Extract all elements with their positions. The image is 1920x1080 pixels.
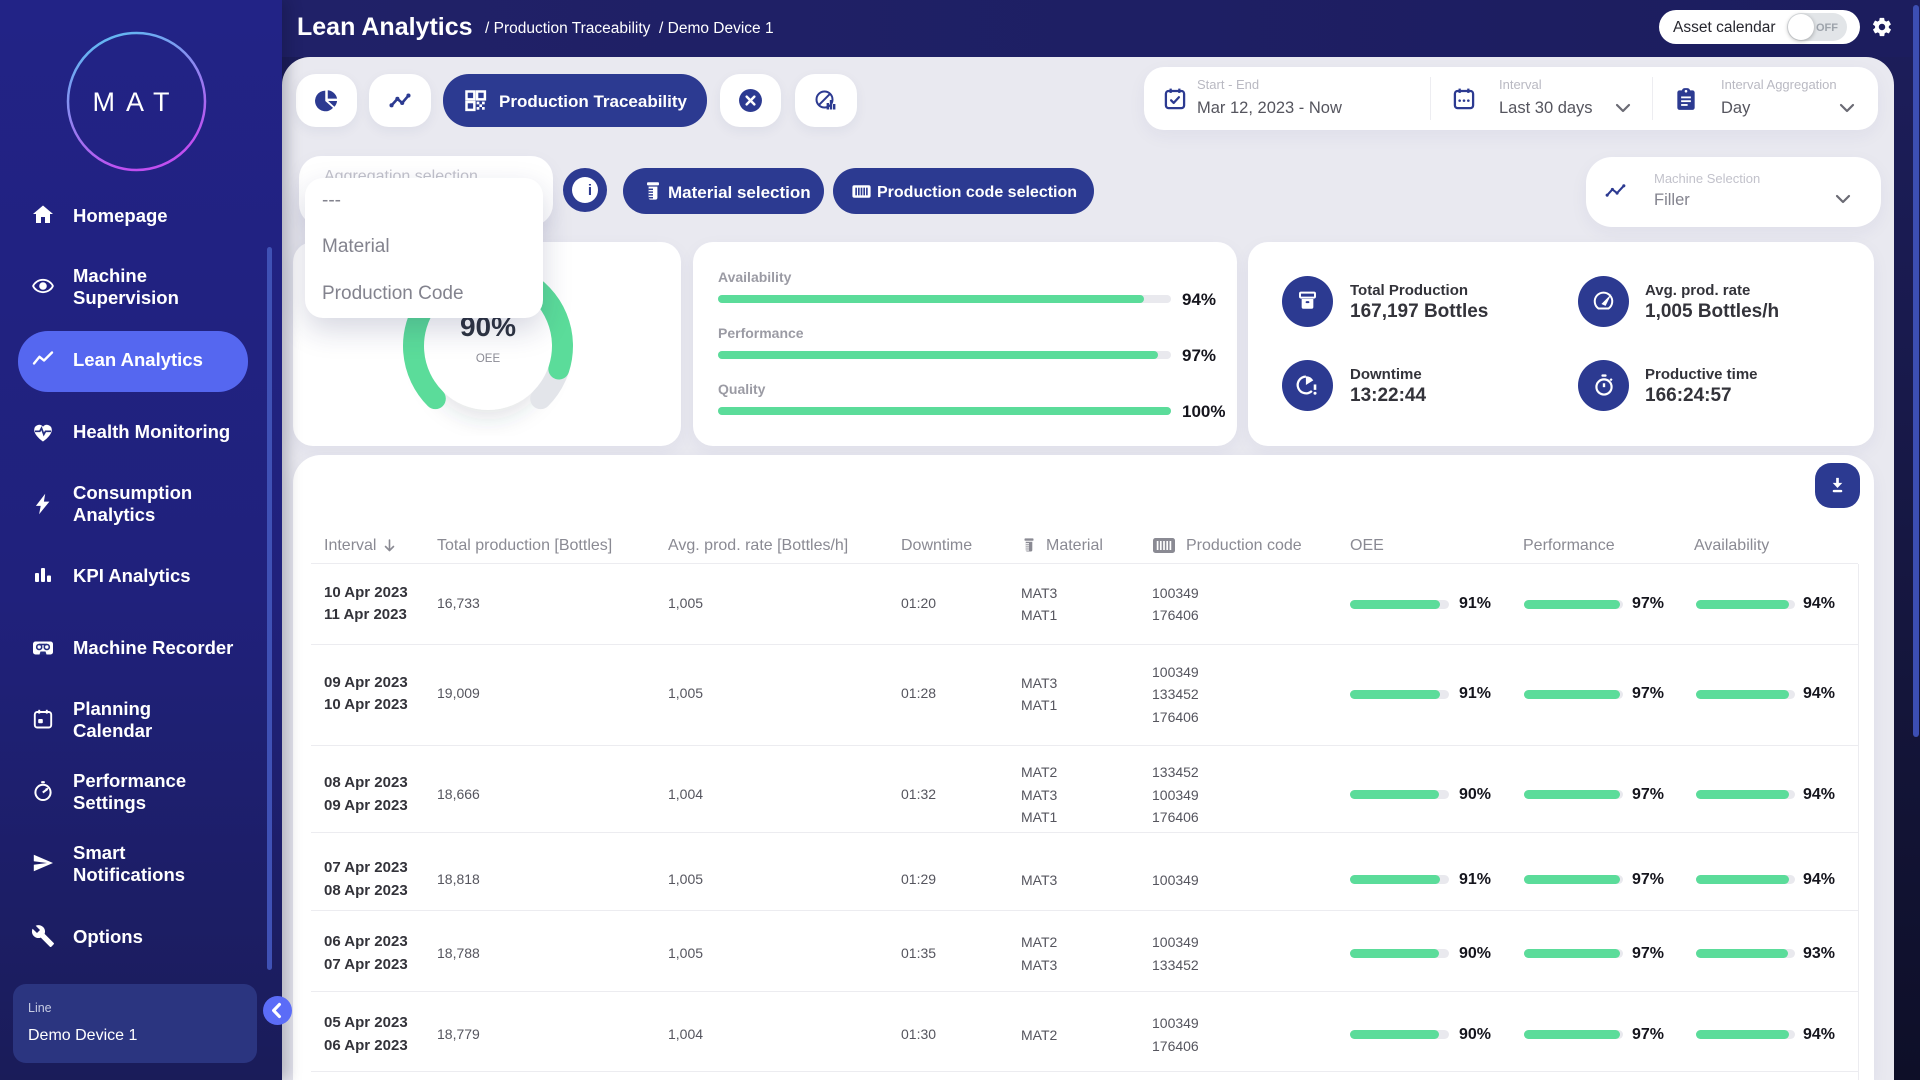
svg-text:MAT: MAT bbox=[93, 87, 181, 117]
